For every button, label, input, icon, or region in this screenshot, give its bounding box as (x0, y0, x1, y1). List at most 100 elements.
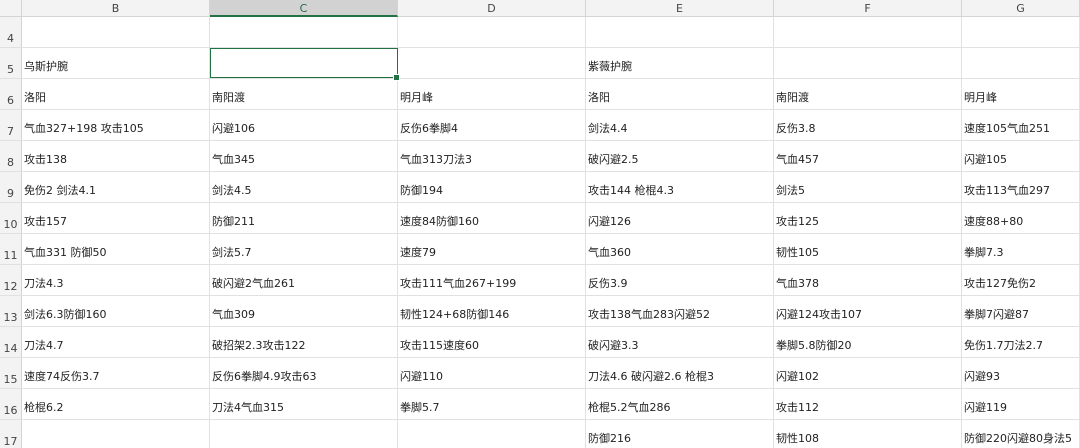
cell-b10[interactable]: 攻击157 (22, 203, 210, 233)
row-header[interactable]: 12 (0, 265, 22, 295)
cell-d12[interactable]: 攻击111气血267+199 (398, 265, 586, 295)
row-header[interactable]: 17 (0, 420, 22, 448)
cell-g4[interactable] (962, 17, 1080, 47)
cell-d5[interactable] (398, 48, 586, 78)
cell-e6[interactable]: 洛阳 (586, 79, 774, 109)
cell-b6[interactable]: 洛阳 (22, 79, 210, 109)
cell-e8[interactable]: 破闪避2.5 (586, 141, 774, 171)
cell-e12[interactable]: 反伤3.9 (586, 265, 774, 295)
cell-e17[interactable]: 防御216 (586, 420, 774, 448)
cell-e16[interactable]: 枪棍5.2气血286 (586, 389, 774, 419)
cell-f15[interactable]: 闪避102 (774, 358, 962, 388)
cell-d4[interactable] (398, 17, 586, 47)
cell-e11[interactable]: 气血360 (586, 234, 774, 264)
column-header-e[interactable]: E (586, 0, 774, 17)
cell-b17[interactable] (22, 420, 210, 448)
cell-b8[interactable]: 攻击138 (22, 141, 210, 171)
cell-d17[interactable] (398, 420, 586, 448)
row-header[interactable]: 13 (0, 296, 22, 326)
cell-c15[interactable]: 反伤6拳脚4.9攻击63 (210, 358, 398, 388)
row-header[interactable]: 7 (0, 110, 22, 140)
cell-d11[interactable]: 速度79 (398, 234, 586, 264)
cell-c11[interactable]: 剑法5.7 (210, 234, 398, 264)
row-header[interactable]: 8 (0, 141, 22, 171)
cell-c9[interactable]: 剑法4.5 (210, 172, 398, 202)
cell-e10[interactable]: 闪避126 (586, 203, 774, 233)
cell-e5[interactable]: 紫薇护腕 (586, 48, 774, 78)
cell-e4[interactable] (586, 17, 774, 47)
cell-c8[interactable]: 气血345 (210, 141, 398, 171)
cell-c17[interactable] (210, 420, 398, 448)
cell-f7[interactable]: 反伤3.8 (774, 110, 962, 140)
cell-g10[interactable]: 速度88+80 (962, 203, 1080, 233)
row-header[interactable]: 11 (0, 234, 22, 264)
cell-f5[interactable] (774, 48, 962, 78)
cell-b14[interactable]: 刀法4.7 (22, 327, 210, 357)
cell-d6[interactable]: 明月峰 (398, 79, 586, 109)
cell-c14[interactable]: 破招架2.3攻击122 (210, 327, 398, 357)
cell-c6[interactable]: 南阳渡 (210, 79, 398, 109)
cell-d8[interactable]: 气血313刀法3 (398, 141, 586, 171)
cell-d7[interactable]: 反伤6拳脚4 (398, 110, 586, 140)
cell-c4[interactable] (210, 17, 398, 47)
cell-b12[interactable]: 刀法4.3 (22, 265, 210, 295)
cell-b15[interactable]: 速度74反伤3.7 (22, 358, 210, 388)
row-header[interactable]: 9 (0, 172, 22, 202)
cell-g5[interactable] (962, 48, 1080, 78)
cell-e15[interactable]: 刀法4.6 破闪避2.6 枪棍3 (586, 358, 774, 388)
cell-g6[interactable]: 明月峰 (962, 79, 1080, 109)
cell-f9[interactable]: 剑法5 (774, 172, 962, 202)
cell-b9[interactable]: 免伤2 剑法4.1 (22, 172, 210, 202)
cell-f16[interactable]: 攻击112 (774, 389, 962, 419)
row-header[interactable]: 4 (0, 17, 22, 47)
cell-c5[interactable] (210, 48, 400, 81)
cell-g8[interactable]: 闪避105 (962, 141, 1080, 171)
cell-c12[interactable]: 破闪避2气血261 (210, 265, 398, 295)
cell-b16[interactable]: 枪棍6.2 (22, 389, 210, 419)
cell-c7[interactable]: 闪避106 (210, 110, 398, 140)
cell-b4[interactable] (22, 17, 210, 47)
cell-e14[interactable]: 破闪避3.3 (586, 327, 774, 357)
cell-d10[interactable]: 速度84防御160 (398, 203, 586, 233)
cell-f12[interactable]: 气血378 (774, 265, 962, 295)
cell-c13[interactable]: 气血309 (210, 296, 398, 326)
select-all-corner[interactable] (0, 0, 22, 17)
cell-b7[interactable]: 气血327+198 攻击105 (22, 110, 210, 140)
cell-g15[interactable]: 闪避93 (962, 358, 1080, 388)
column-header-g[interactable]: G (962, 0, 1080, 17)
cell-f11[interactable]: 韧性105 (774, 234, 962, 264)
cell-g11[interactable]: 拳脚7.3 (962, 234, 1080, 264)
column-header-d[interactable]: D (398, 0, 586, 17)
cell-g7[interactable]: 速度105气血251 (962, 110, 1080, 140)
row-header[interactable]: 16 (0, 389, 22, 419)
cell-f8[interactable]: 气血457 (774, 141, 962, 171)
cell-c16[interactable]: 刀法4气血315 (210, 389, 398, 419)
cell-e9[interactable]: 攻击144 枪棍4.3 (586, 172, 774, 202)
column-header-b[interactable]: B (22, 0, 210, 17)
cell-f14[interactable]: 拳脚5.8防御20 (774, 327, 962, 357)
cell-g9[interactable]: 攻击113气血297 (962, 172, 1080, 202)
cell-f10[interactable]: 攻击125 (774, 203, 962, 233)
row-header[interactable]: 6 (0, 79, 22, 109)
cell-b5[interactable]: 乌斯护腕 (22, 48, 210, 78)
cell-f17[interactable]: 韧性108 (774, 420, 962, 448)
cell-f6[interactable]: 南阳渡 (774, 79, 962, 109)
cell-d13[interactable]: 韧性124+68防御146 (398, 296, 586, 326)
cell-e13[interactable]: 攻击138气血283闪避52 (586, 296, 774, 326)
cell-b11[interactable]: 气血331 防御50 (22, 234, 210, 264)
cell-g13[interactable]: 拳脚7闪避87 (962, 296, 1080, 326)
row-header[interactable]: 15 (0, 358, 22, 388)
cell-d16[interactable]: 拳脚5.7 (398, 389, 586, 419)
cell-g14[interactable]: 免伤1.7刀法2.7 (962, 327, 1080, 357)
cell-d9[interactable]: 防御194 (398, 172, 586, 202)
row-header[interactable]: 14 (0, 327, 22, 357)
cell-c10[interactable]: 防御211 (210, 203, 398, 233)
cell-d14[interactable]: 攻击115速度60 (398, 327, 586, 357)
column-header-f[interactable]: F (774, 0, 962, 17)
cell-g17[interactable]: 防御220闪避80身法5 (962, 420, 1080, 448)
row-header[interactable]: 10 (0, 203, 22, 233)
cell-e7[interactable]: 剑法4.4 (586, 110, 774, 140)
cell-d15[interactable]: 闪避110 (398, 358, 586, 388)
column-header-c[interactable]: C (210, 0, 398, 17)
cell-g12[interactable]: 攻击127免伤2 (962, 265, 1080, 295)
